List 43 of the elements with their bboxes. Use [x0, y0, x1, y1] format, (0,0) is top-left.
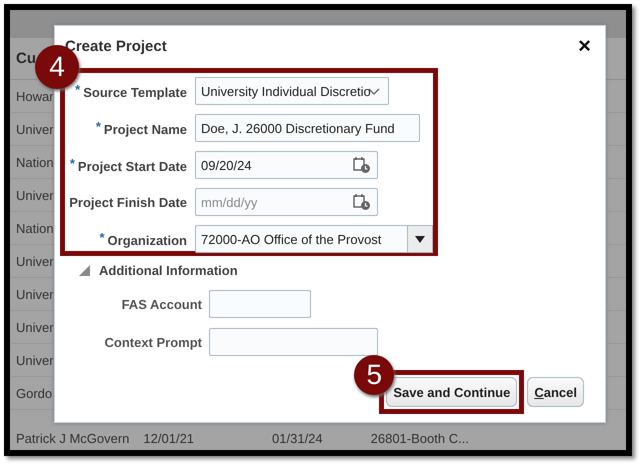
calendar-clock-icon	[353, 156, 371, 174]
date-field[interactable]: 09/20/24	[195, 151, 378, 179]
close-button[interactable]: ×	[578, 35, 591, 57]
disclosure-triangle-icon[interactable]	[79, 265, 90, 276]
triangle-down-icon	[415, 236, 425, 242]
save-and-continue-button[interactable]: Save and Continue	[386, 377, 518, 407]
section-title: Additional Information	[99, 263, 238, 278]
step-badge: 5	[354, 355, 394, 395]
field-label: FAS Account	[120, 296, 202, 312]
table-cell: Univer	[16, 320, 54, 334]
table-cell: Patrick J McGovern	[16, 430, 130, 446]
field-label: Project Start Date	[78, 159, 187, 174]
field-label: Context Prompt	[104, 334, 202, 350]
table-cell: Univer	[16, 122, 54, 136]
input-field[interactable]	[209, 290, 311, 318]
cancel-button[interactable]: Cancel	[527, 377, 584, 407]
required-mark: *	[70, 156, 75, 171]
table-cell: Nation	[16, 220, 54, 236]
input-field[interactable]	[209, 328, 378, 356]
table-cell: Univer	[16, 188, 54, 202]
table-cell: Gordo	[16, 386, 52, 400]
dropdown-field[interactable]: University Individual Discretio	[195, 77, 389, 105]
table-cell: 26801-Booth C...	[370, 430, 469, 446]
calendar-clock-icon	[353, 193, 371, 211]
required-mark: *	[75, 82, 80, 97]
table-cell: Univer	[16, 352, 54, 368]
table-cell: Univer	[16, 254, 54, 268]
field-label: Project Finish Date	[69, 194, 187, 210]
table-cell: Howar	[16, 88, 54, 104]
field-label: Source Template	[83, 85, 187, 100]
field-label: Organization	[108, 233, 187, 248]
required-mark: *	[99, 230, 105, 245]
input-field[interactable]: Doe, J. 26000 Discretionary Fund	[195, 114, 420, 142]
table-cell: 12/01/21	[143, 430, 194, 446]
dropdown-field[interactable]: 72000-AO Office of the Provost	[195, 225, 433, 253]
dropdown-button[interactable]	[407, 225, 433, 253]
table-cell: Nation	[16, 154, 54, 170]
required-mark: *	[96, 119, 101, 134]
dialog-title: Create Project	[65, 38, 167, 54]
field-label: Project Name	[104, 122, 187, 137]
table-cell: 01/31/24	[272, 430, 323, 446]
table-cell: Univer	[16, 286, 54, 302]
column-heading: Cu	[16, 50, 36, 67]
